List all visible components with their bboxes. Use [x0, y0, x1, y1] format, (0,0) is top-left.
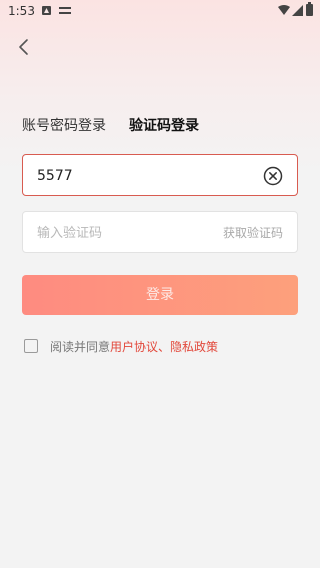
agreement-link[interactable]: 用户协议、隐私政策 [110, 338, 218, 355]
tab-code-login[interactable]: 验证码登录 [129, 115, 199, 135]
phone-input[interactable] [35, 155, 259, 197]
verification-code-input[interactable] [35, 212, 209, 254]
get-code-button[interactable]: 获取验证码 [223, 224, 283, 241]
status-time: 1:53 [8, 4, 35, 18]
status-bar: 1:53 [0, 0, 320, 24]
chevron-left-icon [19, 39, 28, 55]
notification-icon [59, 7, 71, 14]
wifi-icon [278, 5, 290, 15]
tab-password-login[interactable]: 账号密码登录 [22, 115, 106, 135]
signal-icon [292, 5, 303, 16]
agreement-checkbox[interactable] [24, 339, 38, 353]
clear-circle-icon [263, 166, 283, 186]
notification-icon [42, 6, 51, 15]
phone-field-container [22, 154, 298, 197]
code-field-container: 获取验证码 [22, 211, 298, 254]
clear-button[interactable] [263, 166, 283, 186]
login-button[interactable]: 登录 [22, 275, 298, 315]
agreement-text: 阅读并同意 [50, 339, 111, 354]
back-button[interactable] [14, 36, 36, 58]
agreement-row: 阅读并同意 用户协议、隐私政策 [24, 337, 218, 355]
battery-icon [306, 2, 313, 16]
